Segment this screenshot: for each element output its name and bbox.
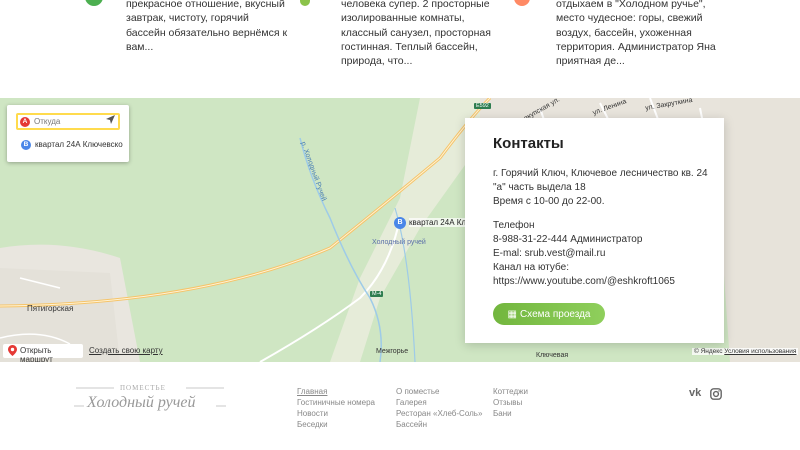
scheme-button-label: Схема проезда: [519, 308, 591, 320]
footer-link-about[interactable]: О поместье: [396, 387, 439, 396]
review-icon-2: [300, 0, 310, 6]
map-pin-icon: [8, 345, 17, 356]
create-map-link[interactable]: Создать свою карту: [89, 346, 163, 355]
footer-link-restaurant[interactable]: Ресторан «Хлеб-Соль»: [396, 409, 482, 418]
footer-link-gazebos[interactable]: Беседки: [297, 420, 328, 429]
review-line: классный санузел, просторная: [341, 26, 491, 39]
footer-link-cottages[interactable]: Коттеджи: [493, 387, 528, 396]
footer-link-rooms[interactable]: Гостиничные номера: [297, 398, 375, 407]
route-from-input[interactable]: [34, 115, 104, 128]
footer-link-pool[interactable]: Бассейн: [396, 420, 427, 429]
map-marker-label: квартал 24А Кл: [409, 218, 467, 227]
address-line: г. Горячий Ключ, Ключевое лесничество кв…: [493, 168, 708, 179]
phone-link[interactable]: 8-988-31-22-444 Администратор: [493, 234, 642, 245]
review-line: природа, что...: [341, 55, 413, 68]
review-line: гостинная. Теплый бассейн,: [341, 40, 478, 53]
locate-me-icon[interactable]: [105, 114, 116, 125]
reviews-strip: прекрасное отношение, вкусный завтрак, ч…: [0, 0, 800, 98]
terms-link[interactable]: Условия использования: [724, 348, 796, 355]
scheme-button[interactable]: ▦ Схема проезда: [493, 303, 605, 325]
review-icon-1: [85, 0, 103, 6]
contacts-title: Контакты: [493, 135, 564, 152]
opening-hours: Время с 10-00 до 22-00.: [493, 196, 605, 207]
copyright-text: © Яндекс: [694, 348, 723, 355]
instagram-icon[interactable]: [710, 388, 722, 400]
address-line: "а" часть выдела 18: [493, 182, 586, 193]
map-marker-b[interactable]: B: [394, 217, 406, 229]
open-route-button[interactable]: Открыть маршрут: [3, 344, 83, 364]
review-text-1: прекрасное отношение, вкусный завтрак, ч…: [126, 0, 287, 54]
footer-link-saunas[interactable]: Бани: [493, 409, 512, 418]
map-copyright: © Яндекс Условия использования: [692, 348, 799, 355]
review-line: изолированные комнаты,: [341, 12, 465, 25]
site-logo[interactable]: ПОМЕСТЬЕ Холодный ручей: [74, 382, 226, 418]
contacts-card: Контакты г. Горячий Ключ, Ключевое лесни…: [465, 118, 724, 343]
road-badge-e592: E592: [474, 103, 491, 109]
map-label-pyatigorskaya: Пятигорская: [27, 304, 74, 313]
footer-link-news[interactable]: Новости: [297, 409, 328, 418]
review-line: приятная де...: [556, 55, 625, 68]
review-line: человека супер. 2 просторные: [341, 0, 490, 10]
map-icon: ▦: [507, 308, 517, 320]
review-line: прекрасное отношение, вкусный: [126, 0, 285, 10]
map-label-mezhgorye: Межгорье: [376, 348, 409, 355]
review-line: территория. Администратор Яна: [556, 40, 716, 53]
footer-link-gallery[interactable]: Галерея: [396, 398, 427, 407]
review-line: отдыхаем в "Холодном ручье",: [556, 0, 706, 10]
route-to-text[interactable]: квартал 24А Ключевско: [35, 140, 123, 149]
email-link[interactable]: E-mal: srub.vest@mail.ru: [493, 248, 605, 259]
review-line: бассейн обязательно вернёмся к: [126, 26, 288, 39]
review-line: вам...: [126, 40, 154, 53]
review-line: завтрак, чистоту, горячий: [126, 12, 249, 25]
logo-main-text: Холодный ручей: [87, 394, 196, 411]
youtube-link[interactable]: https://www.youtube.com/@eshkroft1065: [493, 276, 675, 287]
footer: ПОМЕСТЬЕ Холодный ручей Главная Гостинич…: [0, 362, 800, 450]
footer-link-home[interactable]: Главная: [297, 387, 327, 396]
phone-label: Телефон: [493, 220, 535, 231]
review-line: место чудесное: горы, свежий: [556, 12, 703, 25]
youtube-label: Канал на ютубе:: [493, 262, 569, 273]
map-label-klyuchevaya: Ключевая: [536, 352, 569, 359]
vk-icon[interactable]: vk: [689, 387, 701, 399]
point-a-icon: A: [20, 117, 30, 127]
review-text-3: отдыхаем в "Холодном ручье", место чудес…: [556, 0, 716, 68]
review-text-2: человека супер. 2 просторные изолированн…: [341, 0, 491, 68]
point-b-icon: B: [21, 140, 31, 150]
footer-link-reviews[interactable]: Отзывы: [493, 398, 522, 407]
review-line: воздух, бассейн, ухоженная: [556, 26, 692, 39]
road-badge-m4: М-4: [370, 291, 384, 297]
logo-top-text: ПОМЕСТЬЕ: [120, 384, 166, 392]
map-label-kholodny: Холодный ручей: [372, 239, 426, 246]
review-icon-3: [514, 0, 530, 6]
